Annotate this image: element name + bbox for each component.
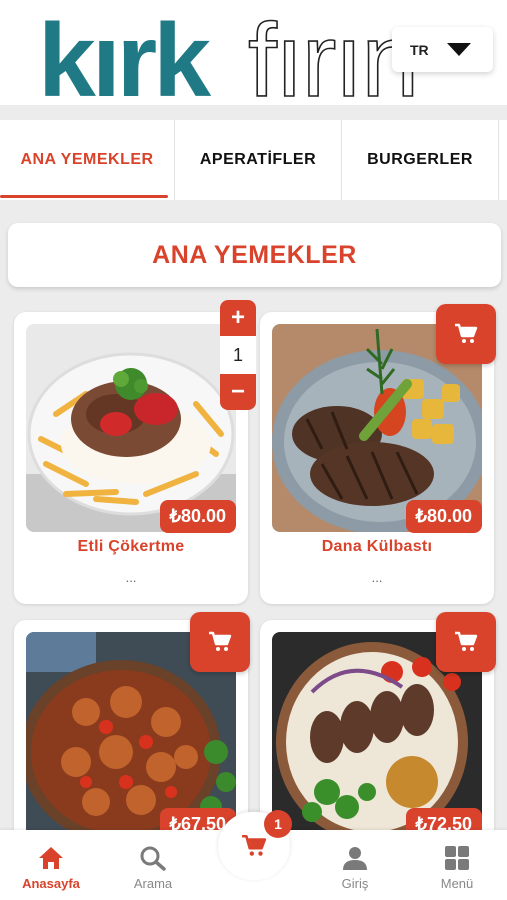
product-card[interactable]: ₺80.00 Dana Külbastı ... [260, 304, 496, 604]
cart-count-badge: 1 [264, 810, 292, 838]
nav-search[interactable]: Arama [108, 830, 198, 900]
tab-aperatifler[interactable]: APERATİFLER [175, 120, 342, 200]
price-tag: ₺80.00 [405, 500, 482, 533]
product-card[interactable]: ₺72.50 [260, 612, 496, 860]
nav-menu[interactable]: Menü [412, 830, 502, 900]
home-icon [39, 847, 63, 869]
product-card[interactable]: ₺67.50 [14, 612, 250, 860]
add-to-cart-button[interactable] [436, 304, 496, 364]
decrease-button[interactable]: − [220, 374, 256, 410]
product-description: ... [371, 570, 383, 585]
quantity-stepper: + 1 − [220, 300, 256, 410]
price-tag: ₺80.00 [159, 500, 236, 533]
cart-icon [455, 323, 478, 343]
cart-icon [209, 631, 232, 651]
product-description: ... [125, 570, 137, 585]
increase-button[interactable]: + [220, 300, 256, 336]
nav-search-label: Arama [133, 876, 173, 891]
quantity-value: 1 [220, 336, 256, 374]
section-header: ANA YEMEKLER [8, 223, 501, 287]
language-selector[interactable]: TR [392, 27, 493, 72]
add-to-cart-button[interactable] [190, 612, 250, 672]
grid-icon [445, 846, 469, 870]
product-name: Etli Çökertme [77, 538, 185, 555]
product-name: Dana Külbastı [321, 538, 433, 555]
nav-menu-label: Menü [440, 876, 474, 891]
nav-login[interactable]: Giriş [310, 830, 400, 900]
caret-down-icon [447, 43, 471, 56]
language-label: TR [410, 41, 429, 58]
nav-login-label: Giriş [341, 876, 369, 891]
svg-text:kırk: kırk [38, 4, 211, 104]
search-icon [140, 846, 166, 871]
product-card[interactable]: + 1 − ₺80.00 Etli Çökertme ... [14, 300, 256, 604]
nav-home[interactable]: Anasayfa [6, 830, 96, 900]
user-icon [343, 847, 367, 870]
cart-icon [242, 834, 267, 856]
add-to-cart-button[interactable] [436, 612, 496, 672]
section-title: ANA YEMEKLER [152, 240, 357, 269]
cart-icon [455, 631, 478, 651]
category-tabs: ANA YEMEKLER APERATİFLER BURGERLER [0, 120, 507, 200]
tab-burgerler[interactable]: BURGERLER [342, 120, 499, 200]
nav-home-label: Anasayfa [22, 876, 80, 891]
header: kırk fırın TR [0, 0, 507, 105]
tab-ana-yemekler[interactable]: ANA YEMEKLER [0, 120, 175, 200]
